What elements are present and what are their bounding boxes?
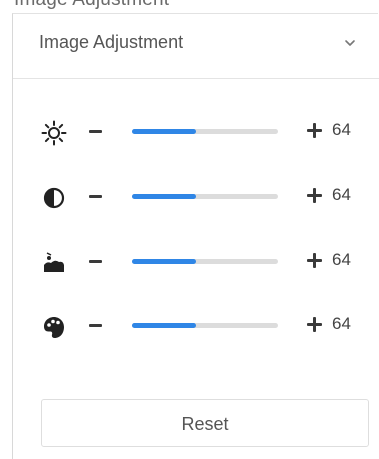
hue-value: 64 <box>332 314 351 333</box>
saturation-increase-button[interactable] <box>307 253 323 269</box>
hue-row: 64 <box>13 308 379 344</box>
brightness-value: 64 <box>332 120 351 139</box>
image-adjustment-panel: Image Adjustment 64 64 64 64 Reset <box>12 13 379 459</box>
hue-decrease-button[interactable] <box>89 324 102 327</box>
brightness-icon <box>41 120 67 146</box>
contrast-row: 64 <box>13 179 379 215</box>
hue-slider[interactable] <box>132 323 278 328</box>
brightness-slider[interactable] <box>132 129 278 134</box>
saturation-value: 64 <box>332 250 351 269</box>
window-title: Image Adjustment <box>14 0 169 11</box>
saturation-decrease-button[interactable] <box>89 260 102 263</box>
panel-header[interactable]: Image Adjustment <box>13 14 379 79</box>
contrast-icon <box>43 187 65 209</box>
hue-slider-fill <box>132 323 197 328</box>
saturation-row: 64 <box>13 244 379 280</box>
contrast-value: 64 <box>332 185 351 204</box>
hue-increase-button[interactable] <box>307 317 323 333</box>
brightness-row: 64 <box>13 114 379 150</box>
chevron-down-icon[interactable] <box>343 38 357 48</box>
saturation-icon <box>44 252 64 272</box>
brightness-decrease-button[interactable] <box>89 130 102 133</box>
contrast-increase-button[interactable] <box>307 188 323 204</box>
contrast-slider-fill <box>132 194 197 199</box>
saturation-slider-fill <box>132 259 197 264</box>
reset-button[interactable]: Reset <box>41 399 369 447</box>
saturation-slider[interactable] <box>132 259 278 264</box>
hue-icon <box>44 317 64 338</box>
brightness-increase-button[interactable] <box>307 123 323 139</box>
contrast-slider[interactable] <box>132 194 278 199</box>
window-title-strip: Image Adjustment <box>0 0 379 12</box>
brightness-slider-fill <box>132 129 197 134</box>
panel-title: Image Adjustment <box>39 32 184 52</box>
contrast-decrease-button[interactable] <box>89 195 102 198</box>
